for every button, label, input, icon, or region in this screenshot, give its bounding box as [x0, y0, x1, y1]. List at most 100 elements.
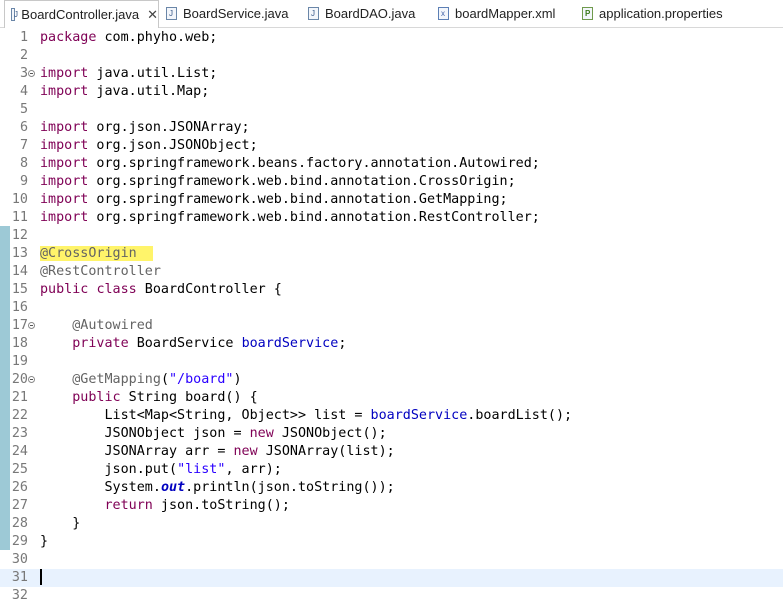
line-number: 17	[11, 318, 28, 333]
code-text: import java.util.Map;	[40, 83, 209, 101]
line-number: 2	[19, 48, 28, 63]
code-token: .println(json.toString());	[185, 480, 395, 495]
line-number: 6	[19, 120, 28, 135]
code-line[interactable]: 23 JSONObject json = new JSONObject();	[0, 425, 783, 443]
code-line[interactable]: 6 import org.json.JSONArray;	[0, 119, 783, 137]
code-line[interactable]: 26 System.out.println(json.toString());	[0, 479, 783, 497]
code-line[interactable]: 30	[0, 551, 783, 569]
line-number: 20	[11, 372, 28, 387]
line-number: 18	[11, 336, 28, 351]
code-text: package com.phyho.web;	[40, 29, 217, 47]
code-text: @RestController	[40, 263, 161, 281]
tab-board-service[interactable]: BoardService.java	[166, 0, 289, 27]
java-file-icon	[166, 7, 177, 20]
code-line[interactable]: 4 import java.util.Map;	[0, 83, 783, 101]
code-token: List<Map<String, Object>> list =	[40, 408, 371, 423]
properties-file-icon	[582, 7, 593, 20]
code-token: java.util.Map;	[88, 84, 210, 99]
code-line[interactable]: 24 JSONArray arr = new JSONArray(list);	[0, 443, 783, 461]
code-line[interactable]: 5	[0, 101, 783, 119]
code-line[interactable]: 12	[0, 227, 783, 245]
line-number: 16	[11, 300, 28, 315]
tab-application-properties[interactable]: application.properties	[582, 0, 723, 27]
code-line[interactable]: 22 List<Map<String, Object>> list = boar…	[0, 407, 783, 425]
code-line[interactable]: 20 @GetMapping("/board")	[0, 371, 783, 389]
code-token: org.json.JSONObject;	[88, 138, 258, 153]
fold-toggle-icon[interactable]	[28, 322, 35, 329]
code-text: }	[40, 515, 80, 533]
code-line[interactable]: 16	[0, 299, 783, 317]
code-token: org.json.JSONArray;	[88, 120, 250, 135]
tab-label: BoardService.java	[183, 6, 289, 21]
code-text: System.out.println(json.toString());	[40, 479, 395, 497]
code-line[interactable]: 29}	[0, 533, 783, 551]
line-number: 21	[11, 390, 28, 405]
code-text: json.put("list", arr);	[40, 461, 282, 479]
code-token: System.	[40, 480, 161, 495]
code-line[interactable]: 21 public String board() {	[0, 389, 783, 407]
code-text: import org.json.JSONArray;	[40, 119, 250, 137]
code-token: ;	[338, 336, 347, 351]
code-line[interactable]: 15 public class BoardController {	[0, 281, 783, 299]
code-text: JSONObject json = new JSONObject();	[40, 425, 386, 443]
code-line[interactable]: 32	[0, 587, 783, 605]
code-token: out	[160, 480, 186, 495]
code-token: JSONObject json =	[40, 426, 250, 441]
fold-toggle-icon[interactable]	[28, 70, 35, 77]
code-line[interactable]: 3 import java.util.List;	[0, 65, 783, 83]
code-line[interactable]: 19	[0, 353, 783, 371]
code-token: json.toString();	[152, 498, 290, 513]
code-token: org.springframework.web.bind.annotation.…	[88, 192, 508, 207]
line-number: 19	[11, 354, 28, 369]
code-line[interactable]: 10 import org.springframework.web.bind.an…	[0, 191, 783, 209]
current-line[interactable]: 31	[0, 569, 783, 587]
code-token: package	[40, 30, 97, 45]
code-token: import	[40, 66, 89, 81]
code-token: JSONArray arr =	[40, 444, 234, 459]
code-line[interactable]: 2	[0, 47, 783, 65]
code-line[interactable]: 9 import org.springframework.web.bind.ann…	[0, 173, 783, 191]
code-token: boardService	[241, 336, 339, 351]
code-line[interactable]: 7 import org.json.JSONObject;	[0, 137, 783, 155]
code-text	[40, 569, 42, 587]
tab-board-mapper[interactable]: boardMapper.xml	[438, 0, 555, 27]
code-line[interactable]: 28 }	[0, 515, 783, 533]
code-token: org.springframework.web.bind.annotation.…	[88, 174, 516, 189]
text-cursor	[40, 569, 42, 585]
line-number: 11	[11, 210, 28, 225]
line-number: 32	[11, 588, 28, 603]
code-token: , arr);	[225, 462, 282, 477]
code-line[interactable]: 1 package com.phyho.web;	[0, 29, 783, 47]
code-token	[136, 246, 153, 261]
tab-board-controller[interactable]: BoardController.java ✕	[4, 0, 159, 28]
line-number: 29	[11, 534, 28, 549]
code-token: "/board"	[169, 372, 234, 387]
code-text: }	[40, 533, 48, 551]
code-line[interactable]: 14 @RestController	[0, 263, 783, 281]
code-line[interactable]: 25 json.put("list", arr);	[0, 461, 783, 479]
tab-board-dao[interactable]: BoardDAO.java	[308, 0, 415, 27]
line-number: 9	[19, 174, 28, 189]
code-line[interactable]: 8 import org.springframework.beans.factor…	[0, 155, 783, 173]
code-line[interactable]: 27 return json.toString();	[0, 497, 783, 515]
tab-label: boardMapper.xml	[455, 6, 556, 21]
code-token: json.put(	[40, 462, 178, 477]
code-line[interactable]: 17 @Autowired	[0, 317, 783, 335]
code-token: import	[40, 84, 89, 99]
code-line[interactable]: 11 import org.springframework.web.bind.an…	[0, 209, 783, 227]
close-icon[interactable]: ✕	[147, 7, 158, 23]
code-text: import java.util.List;	[40, 65, 217, 83]
code-token: BoardService	[128, 336, 242, 351]
fold-toggle-icon[interactable]	[28, 376, 35, 383]
line-number: 31	[11, 570, 28, 585]
code-editor[interactable]: 1 package com.phyho.web; 2 3 import java.uti…	[0, 28, 783, 614]
tab-label: BoardController.java	[21, 7, 140, 22]
code-token: import	[40, 156, 89, 171]
code-line[interactable]: 18 private BoardService boardService;	[0, 335, 783, 353]
code-line[interactable]: 13 @CrossOrigin	[0, 245, 783, 263]
line-number: 7	[19, 138, 28, 153]
code-text: public class BoardController {	[40, 281, 282, 299]
code-text: public String board() {	[40, 389, 257, 407]
